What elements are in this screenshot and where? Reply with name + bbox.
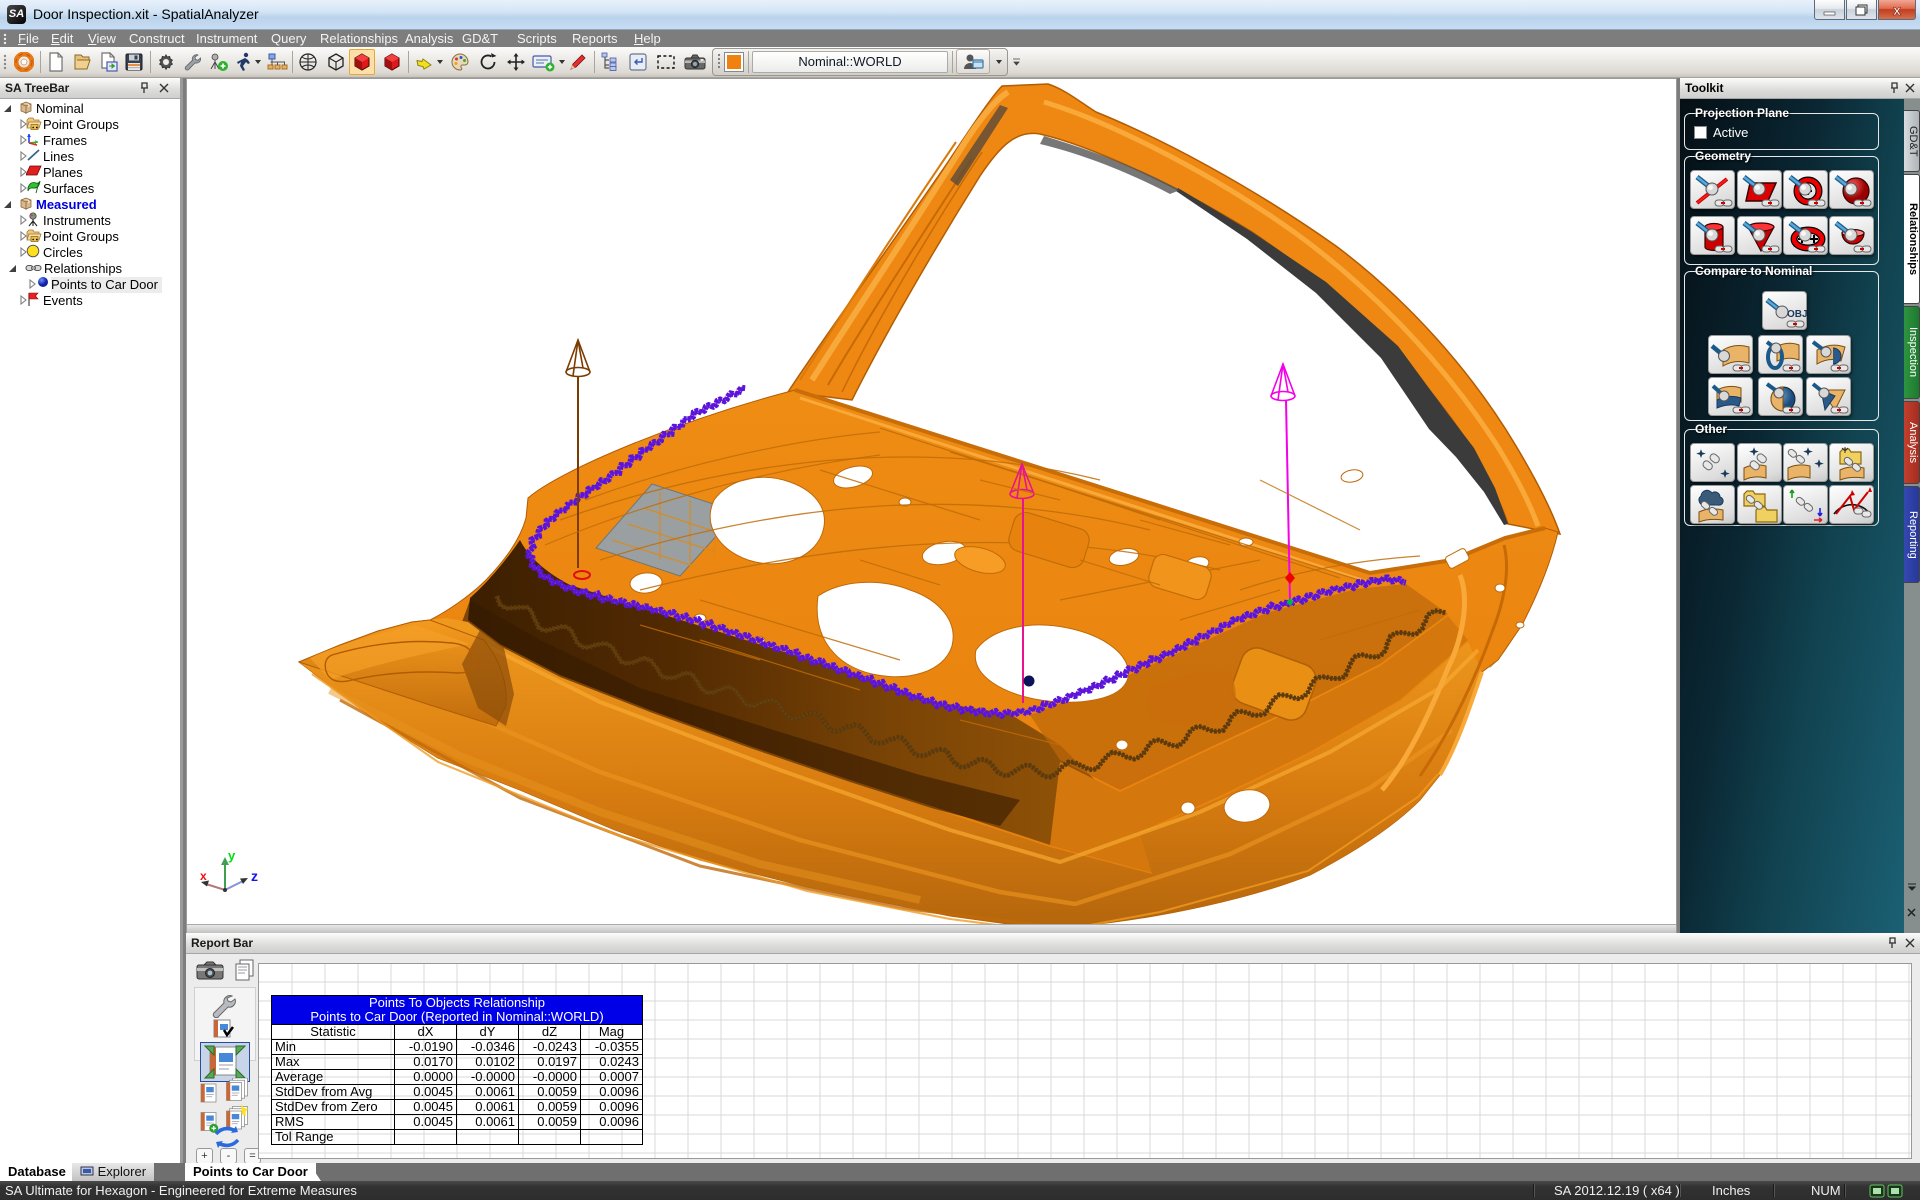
svg-text:x: x xyxy=(200,869,207,883)
svg-text:y: y xyxy=(228,848,236,863)
svg-text:OBJ: OBJ xyxy=(1787,309,1808,320)
svg-text:x: x xyxy=(1893,2,1901,18)
svg-text:z: z xyxy=(251,868,258,884)
